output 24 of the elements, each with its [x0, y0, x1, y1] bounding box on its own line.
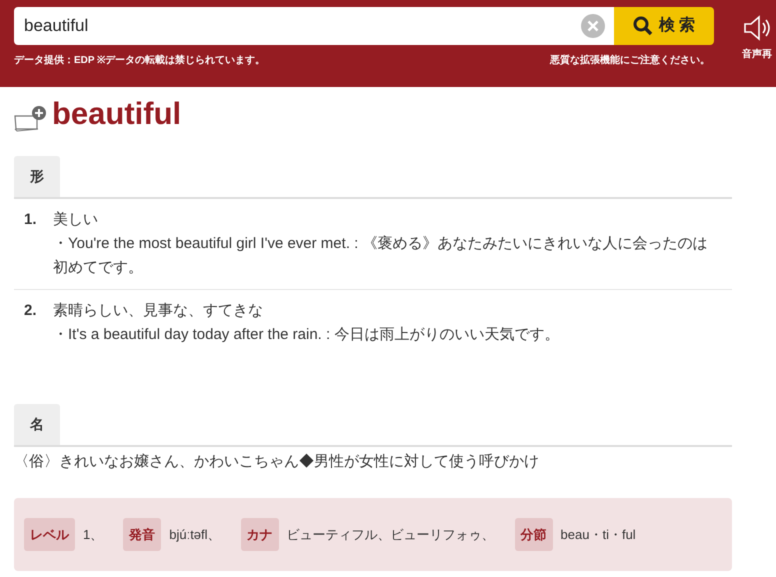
search-button[interactable]: 検 索 [614, 7, 714, 45]
sense-number: 1. [24, 210, 38, 230]
definition-text: 〈俗〉きれいなお嬢さん、かわいこちゃん◆男性が女性に対して使う呼びかけ [14, 452, 540, 472]
example-sentence: ・You're the most beautiful girl I've ever met. : 《褒める》あなたみたいにきれいな人に会ったのは初めてです。 [53, 234, 708, 278]
add-to-wordbook-icon[interactable] [14, 104, 48, 132]
sense-meaning: 素晴らしい、見事な、すてきな [53, 301, 264, 322]
info-label: 発音 [123, 518, 162, 552]
info-value: bjúːtəfl、 [169, 526, 221, 544]
info-value: ビューティフル、ビューリフォゥ、 [286, 526, 495, 544]
info-label: レベル [24, 518, 75, 552]
headword: beautiful [52, 95, 182, 132]
audio-label[interactable]: 音声再 [742, 47, 772, 62]
info-label: カナ [240, 518, 279, 552]
info-value: 1、 [83, 526, 104, 544]
search-icon [632, 16, 653, 36]
sense-meaning: 美しい [53, 210, 99, 230]
example-sentence: ・It's a beautiful day today after the rain. : 今日は雨上がりのいい天気です。 [53, 325, 560, 346]
info-value: beau・ti・ful [560, 526, 636, 544]
notice-text: データ提供：EDP ※データの転載は禁じられています。 [14, 54, 266, 68]
search-field[interactable]: beautiful [14, 7, 580, 45]
speaker-icon[interactable] [743, 15, 771, 41]
sense-number: 2. [24, 301, 38, 322]
info-label: 分節 [514, 518, 553, 552]
notice-text: 悪質な拡張機能にご注意ください。 [550, 53, 710, 68]
